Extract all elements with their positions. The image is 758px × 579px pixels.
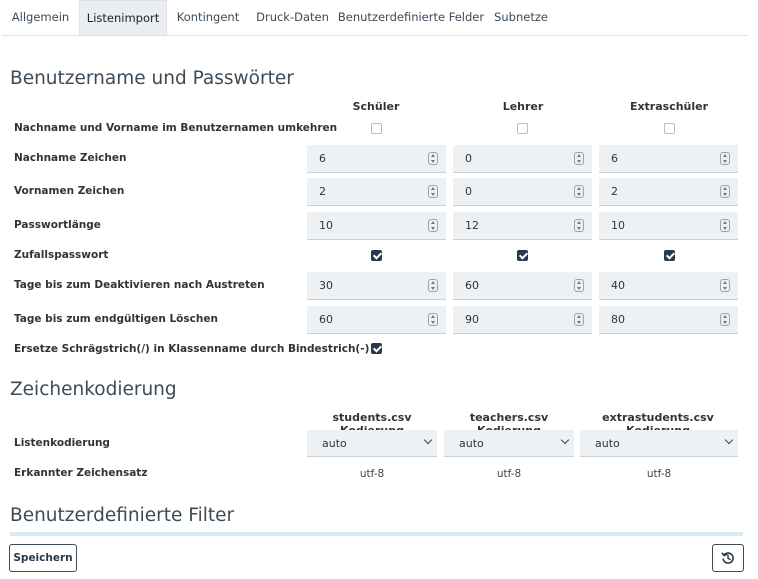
tab-druck-daten[interactable]: Druck-Daten	[249, 0, 336, 35]
input-delete-days-schueler[interactable]: 60	[307, 306, 446, 334]
chevron-down-icon	[560, 435, 570, 445]
detected-charset-students: utf-8	[359, 468, 385, 480]
spinner-icon[interactable]	[720, 313, 730, 326]
spinner-icon[interactable]	[574, 313, 584, 326]
input-firstname-chars-schueler[interactable]: 2	[307, 178, 446, 206]
spinner-icon[interactable]	[428, 279, 438, 292]
input-lastname-chars-schueler[interactable]: 6	[307, 145, 446, 173]
input-value: 30	[319, 279, 333, 292]
input-lastname-chars-extraschueler[interactable]: 6	[599, 145, 738, 173]
label-reverse-names: Nachname und Vorname im Benutzernamen um…	[14, 122, 338, 134]
label-password-length: Passwortlänge	[14, 219, 101, 231]
checkbox-random-pw-schueler[interactable]	[371, 250, 382, 261]
select-value: auto	[459, 437, 484, 450]
spinner-icon[interactable]	[574, 185, 584, 198]
input-delete-days-extraschueler[interactable]: 80	[599, 306, 738, 334]
save-button[interactable]: Speichern	[9, 544, 77, 572]
spinner-icon[interactable]	[720, 185, 730, 198]
tab-listenimport[interactable]: Listenimport	[79, 0, 167, 35]
tab-allgemein[interactable]: Allgemein	[2, 0, 79, 35]
spinner-icon[interactable]	[428, 219, 438, 232]
input-deactivate-days-extraschueler[interactable]: 40	[599, 272, 738, 300]
spinner-icon[interactable]	[428, 152, 438, 165]
input-pw-length-lehrer[interactable]: 12	[453, 212, 592, 240]
input-pw-length-extraschueler[interactable]: 10	[599, 212, 738, 240]
column-header-lehrer: Lehrer	[502, 100, 544, 113]
input-deactivate-days-lehrer[interactable]: 60	[453, 272, 592, 300]
column-header-extraschueler: Extraschüler	[629, 100, 709, 113]
spinner-icon[interactable]	[574, 152, 584, 165]
detected-charset-extrastudents: utf-8	[646, 468, 672, 480]
tab-kontingent[interactable]: Kontingent	[167, 0, 249, 35]
select-encoding-teachers[interactable]: auto	[444, 430, 574, 457]
input-firstname-chars-extraschueler[interactable]: 2	[599, 178, 738, 206]
select-value: auto	[595, 437, 620, 450]
reset-button[interactable]	[712, 544, 744, 572]
spinner-icon[interactable]	[720, 219, 730, 232]
input-value: 90	[465, 313, 479, 326]
input-value: 2	[319, 185, 326, 198]
loading-bar	[10, 532, 743, 536]
history-icon	[721, 552, 734, 564]
input-value: 6	[319, 152, 326, 165]
input-pw-length-schueler[interactable]: 10	[307, 212, 446, 240]
input-value: 10	[319, 219, 333, 232]
spinner-icon[interactable]	[428, 313, 438, 326]
checkbox-reverse-extraschueler[interactable]	[664, 123, 675, 134]
label-deactivate-days: Tage bis zum Deaktivieren nach Austreten	[14, 279, 265, 291]
spinner-icon[interactable]	[574, 279, 584, 292]
checkbox-random-pw-extraschueler[interactable]	[664, 250, 675, 261]
spinner-icon[interactable]	[720, 279, 730, 292]
input-value: 2	[611, 185, 618, 198]
input-value: 10	[611, 219, 625, 232]
label-random-password: Zufallspasswort	[14, 249, 109, 261]
select-encoding-extrastudents[interactable]: auto	[580, 430, 738, 457]
section-title-benutzername: Benutzername und Passwörter	[10, 68, 294, 89]
input-lastname-chars-lehrer[interactable]: 0	[453, 145, 592, 173]
label-delete-days: Tage bis zum endgültigen Löschen	[14, 313, 218, 325]
spinner-icon[interactable]	[574, 219, 584, 232]
checkbox-reverse-schueler[interactable]	[371, 123, 382, 134]
section-title-zeichenkodierung: Zeichenkodierung	[10, 379, 177, 400]
label-replace-slash: Ersetze Schrägstrich(/) in Klassenname d…	[14, 343, 370, 355]
input-value: 0	[465, 185, 472, 198]
input-value: 40	[611, 279, 625, 292]
select-value: auto	[322, 437, 347, 450]
input-value: 80	[611, 313, 625, 326]
input-delete-days-lehrer[interactable]: 90	[453, 306, 592, 334]
checkbox-replace-slash[interactable]	[371, 343, 382, 354]
label-list-encoding: Listenkodierung	[14, 437, 110, 449]
input-value: 12	[465, 219, 479, 232]
section-title-filter: Benutzerdefinierte Filter	[10, 505, 235, 526]
chevron-down-icon	[724, 435, 734, 445]
input-value: 60	[319, 313, 333, 326]
input-value: 0	[465, 152, 472, 165]
input-deactivate-days-schueler[interactable]: 30	[307, 272, 446, 300]
checkbox-reverse-lehrer[interactable]	[517, 123, 528, 134]
column-header-schueler: Schüler	[352, 100, 400, 113]
detected-charset-teachers: utf-8	[496, 468, 522, 480]
tab-subnetze[interactable]: Subnetze	[486, 0, 556, 35]
label-detected-charset: Erkannter Zeichensatz	[14, 467, 148, 479]
select-encoding-students[interactable]: auto	[307, 430, 437, 457]
tab-bar: Allgemein Listenimport Kontingent Druck-…	[2, 0, 748, 36]
input-value: 60	[465, 279, 479, 292]
label-firstname-chars: Vornamen Zeichen	[14, 185, 125, 197]
input-firstname-chars-lehrer[interactable]: 0	[453, 178, 592, 206]
tab-benutzerdefinierte-felder[interactable]: Benutzerdefinierte Felder	[336, 0, 486, 35]
label-lastname-chars: Nachname Zeichen	[14, 152, 127, 164]
spinner-icon[interactable]	[720, 152, 730, 165]
input-value: 6	[611, 152, 618, 165]
spinner-icon[interactable]	[428, 185, 438, 198]
chevron-down-icon	[423, 435, 433, 445]
checkbox-random-pw-lehrer[interactable]	[517, 250, 528, 261]
